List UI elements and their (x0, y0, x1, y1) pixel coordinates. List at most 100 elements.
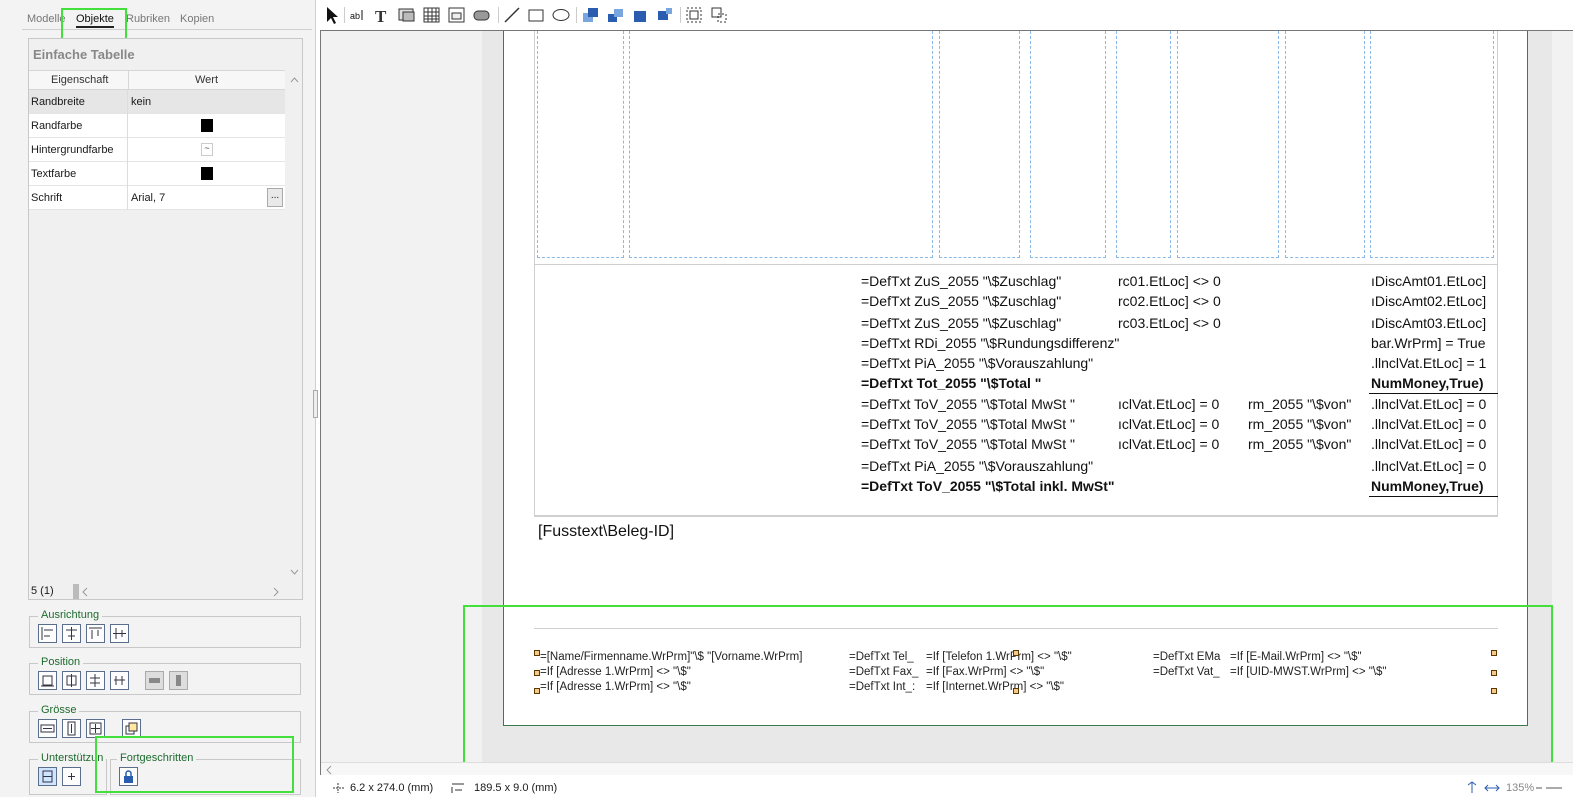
totals-label[interactable]: =DefTxt ToV_2055 "\$Total inkl. MwSt" (861, 478, 1115, 494)
totals-value[interactable]: NumMoney,True) (1371, 478, 1484, 494)
property-row[interactable]: Randfarbe (29, 114, 285, 138)
totals-value[interactable]: .llnclVat.EtLoc] = 0 (1371, 416, 1486, 432)
tab-rubriken[interactable]: Rubriken (126, 13, 170, 25)
selection-handle[interactable] (1013, 688, 1019, 694)
totals-condition[interactable]: rc03.EtLoc] <> 0 (1118, 315, 1221, 331)
totals-value[interactable]: .llnclVat.EtLoc] = 0 (1371, 436, 1486, 452)
totals-condition[interactable]: rc01.EtLoc] <> 0 (1118, 273, 1221, 289)
record-navigator[interactable]: 5 (1) (29, 584, 285, 600)
image-tool[interactable] (397, 5, 417, 25)
zoom-slider-icon[interactable] (1534, 781, 1564, 793)
form-table-tool[interactable] (447, 5, 467, 25)
property-row[interactable]: Textfarbe (29, 162, 285, 186)
selection-handle[interactable] (1491, 670, 1497, 676)
selection-handle[interactable] (1491, 650, 1497, 656)
rectangle-tool[interactable] (526, 5, 546, 25)
scroll-thumb[interactable] (73, 584, 79, 599)
chevron-right-icon[interactable] (271, 587, 281, 597)
group-tool[interactable] (684, 5, 704, 25)
property-value[interactable]: Arial, 7 (131, 192, 165, 204)
property-row[interactable]: Hintergrundfarbe ~ (29, 138, 285, 162)
text-tool[interactable]: T (372, 5, 392, 26)
property-value[interactable]: kein (131, 96, 151, 108)
totals-value[interactable]: ıDiscAmt03.EtLoc] (1371, 315, 1486, 331)
footer-label[interactable]: =DefTxt Tel_ (849, 651, 914, 663)
selection-handle[interactable] (534, 650, 540, 656)
selection-handle[interactable] (534, 670, 540, 676)
footer-label[interactable]: =DefTxt EMa (1153, 651, 1220, 663)
footer-field[interactable]: =If [Fax.WrPrm] <> "\$" (926, 666, 1044, 678)
tab-kopien[interactable]: Kopien (180, 13, 214, 25)
position-center-button[interactable] (62, 671, 81, 690)
footer-field[interactable]: =If [Internet.WrPrm] <> "\$" (926, 681, 1064, 693)
panel-splitter[interactable] (313, 390, 318, 418)
tab-objekte[interactable]: Objekte (76, 13, 114, 28)
totals-condition[interactable]: ıclVat.EtLoc] = 0 (1118, 416, 1219, 432)
same-width-button[interactable] (38, 719, 57, 738)
footer-label[interactable]: =DefTxt Vat_ (1153, 666, 1220, 678)
totals-label[interactable]: =DefTxt ZuS_2055 "\$Zuschlag" (861, 293, 1061, 309)
selection-handle[interactable] (534, 688, 540, 694)
send-back-tool[interactable] (656, 5, 676, 25)
footer-field[interactable]: =If [UID-MWST.WrPrm] <> "\$" (1230, 666, 1387, 678)
footer-label[interactable]: =DefTxt Int_: (849, 681, 915, 693)
chevron-left-icon[interactable] (81, 587, 91, 597)
table-tool[interactable] (422, 5, 442, 25)
totals-condition[interactable]: rc02.EtLoc] <> 0 (1118, 293, 1221, 309)
color-swatch[interactable] (201, 167, 213, 180)
ellipse-tool[interactable] (551, 5, 571, 25)
totals-label[interactable]: =DefTxt ToV_2055 "\$Total MwSt " (861, 416, 1075, 432)
totals-label[interactable]: =DefTxt ToV_2055 "\$Total MwSt " (861, 396, 1075, 412)
totals-von[interactable]: rm_2055 "\$von" (1248, 436, 1351, 452)
fit-page-icon[interactable] (1465, 781, 1479, 795)
footer-field[interactable]: =If [Telefon 1.WrPrm] <> "\$" (926, 651, 1072, 663)
totals-von[interactable]: rm_2055 "\$von" (1248, 396, 1351, 412)
totals-label[interactable]: =DefTxt ToV_2055 "\$Total MwSt " (861, 436, 1075, 452)
zoom-level[interactable]: 135% (1506, 782, 1534, 794)
totals-label[interactable]: =DefTxt ZuS_2055 "\$Zuschlag" (861, 315, 1061, 331)
tab-modelle[interactable]: Modelle (27, 13, 66, 25)
totals-value[interactable]: .llnclVat.EtLoc] = 0 (1371, 458, 1486, 474)
horizontal-scrollbar[interactable] (321, 762, 1573, 775)
align-middle-button[interactable] (110, 624, 129, 643)
footer-address-field[interactable]: =If [Adresse 1.WrPrm] <> "\$" (540, 666, 691, 678)
guide-button[interactable] (62, 767, 81, 786)
totals-value[interactable]: bar.WrPrm] = True (1371, 335, 1486, 351)
same-size-button[interactable] (86, 719, 105, 738)
totals-condition[interactable]: ıclVat.EtLoc] = 0 (1118, 396, 1219, 412)
transparent-swatch[interactable]: ~ (201, 143, 213, 156)
totals-value[interactable]: .llnclVat.EtLoc] = 1 (1371, 355, 1486, 371)
field-tool[interactable] (472, 5, 492, 25)
ungroup-tool[interactable] (709, 5, 729, 25)
footer-text-field[interactable]: [Fusstext\Beleg-ID] (538, 523, 674, 541)
totals-von[interactable]: rm_2055 "\$von" (1248, 416, 1351, 432)
totals-label[interactable]: =DefTxt RDi_2055 "\$Rundungsdifferenz" (861, 335, 1119, 351)
totals-value[interactable]: ıDiscAmt01.EtLoc] (1371, 273, 1486, 289)
bring-forward-tool[interactable] (606, 5, 626, 25)
snap-grid-button[interactable] (38, 767, 57, 786)
selection-handle[interactable] (1013, 650, 1019, 656)
totals-label[interactable]: =DefTxt PiA_2055 "\$Vorauszahlung" (861, 458, 1093, 474)
totals-condition[interactable]: ıclVat.EtLoc] = 0 (1118, 436, 1219, 452)
property-row[interactable]: Schrift Arial, 7 ... (29, 186, 285, 210)
footer-label[interactable]: =DefTxt Fax_ (849, 666, 918, 678)
color-swatch[interactable] (201, 119, 213, 132)
distribute-v-button[interactable] (169, 671, 188, 690)
footer-field[interactable]: =If [E-Mail.WrPrm] <> "\$" (1230, 651, 1362, 663)
lock-button[interactable] (119, 767, 138, 786)
chevron-left-icon[interactable] (325, 765, 335, 775)
footer-address-field[interactable]: =If [Adresse 1.WrPrm] <> "\$" (540, 681, 691, 693)
send-backward-tool[interactable] (631, 5, 651, 25)
select-tool[interactable] (322, 5, 342, 25)
totals-value[interactable]: ıDiscAmt02.EtLoc] (1371, 293, 1486, 309)
property-row[interactable]: Randbreite kein (29, 90, 285, 114)
same-height-button[interactable] (62, 719, 81, 738)
totals-label[interactable]: =DefTxt Tot_2055 "\$Total " (861, 375, 1041, 391)
distribute-h-button[interactable] (145, 671, 164, 690)
align-top-button[interactable] (86, 624, 105, 643)
position-left-button[interactable] (86, 671, 105, 690)
selection-handle[interactable] (1491, 688, 1497, 694)
totals-label[interactable]: =DefTxt PiA_2055 "\$Vorauszahlung" (861, 355, 1093, 371)
totals-label[interactable]: =DefTxt ZuS_2055 "\$Zuschlag" (861, 273, 1061, 289)
vertical-scrollbar[interactable] (287, 70, 302, 580)
